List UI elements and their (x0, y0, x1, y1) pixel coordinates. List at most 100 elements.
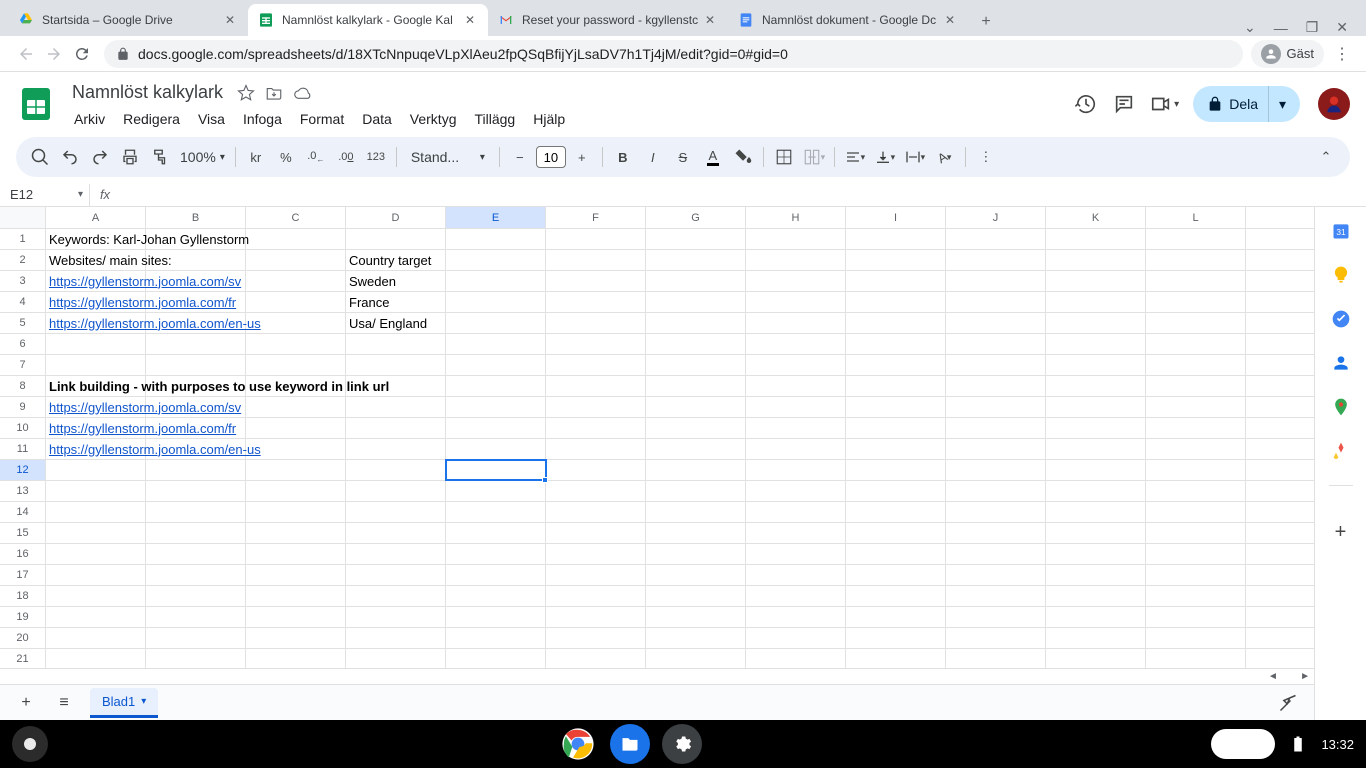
cell[interactable] (646, 649, 746, 668)
paint-format-button[interactable] (146, 143, 174, 171)
cell[interactable] (1146, 649, 1246, 668)
cell[interactable] (346, 229, 446, 249)
currency-button[interactable]: kr (242, 143, 270, 171)
cell[interactable] (646, 313, 746, 333)
cell[interactable]: https://gyllenstorm.joomla.com/en-us (46, 439, 146, 459)
cell[interactable] (46, 523, 146, 543)
status-tray[interactable] (1211, 729, 1275, 759)
cell[interactable] (546, 607, 646, 627)
cell[interactable] (46, 460, 146, 480)
select-all-corner[interactable] (0, 207, 46, 228)
star-icon[interactable] (237, 84, 255, 102)
cell[interactable] (546, 523, 646, 543)
row-header[interactable]: 12 (0, 460, 46, 480)
cell[interactable] (1046, 544, 1146, 564)
cell[interactable] (946, 607, 1046, 627)
share-dropdown[interactable]: ▾ (1268, 86, 1296, 122)
cell[interactable] (246, 418, 346, 438)
cell[interactable] (1146, 355, 1246, 375)
cell[interactable] (1146, 460, 1246, 480)
cell[interactable] (446, 439, 546, 459)
cell[interactable] (846, 334, 946, 354)
cell[interactable] (846, 565, 946, 585)
cell[interactable] (746, 460, 846, 480)
row-header[interactable]: 19 (0, 607, 46, 627)
cell[interactable] (846, 607, 946, 627)
cell[interactable] (646, 523, 746, 543)
cell[interactable] (946, 418, 1046, 438)
valign-button[interactable]: ▾ (871, 143, 899, 171)
maximize-icon[interactable]: ❐ (1306, 19, 1319, 36)
column-header[interactable]: H (746, 207, 846, 228)
cell[interactable] (946, 586, 1046, 606)
cell[interactable] (846, 250, 946, 270)
cell[interactable] (46, 649, 146, 668)
cell[interactable] (446, 649, 546, 668)
cell[interactable] (1146, 523, 1246, 543)
cell[interactable] (246, 229, 346, 249)
cell[interactable] (946, 271, 1046, 291)
column-header[interactable]: J (946, 207, 1046, 228)
url-input[interactable]: docs.google.com/spreadsheets/d/18XTcNnpu… (104, 40, 1243, 68)
cell[interactable] (746, 334, 846, 354)
cell[interactable] (846, 502, 946, 522)
redo-button[interactable] (86, 143, 114, 171)
row-header[interactable]: 7 (0, 355, 46, 375)
browser-tab-active[interactable]: Namnlöst kalkylark - Google Kal ✕ (248, 4, 488, 36)
cell[interactable] (946, 334, 1046, 354)
cell[interactable] (646, 250, 746, 270)
explore-button[interactable] (1276, 691, 1300, 715)
row-header[interactable]: 3 (0, 271, 46, 291)
row-header[interactable]: 1 (0, 229, 46, 249)
contacts-icon[interactable] (1331, 353, 1351, 373)
chrome-app-icon[interactable] (558, 724, 598, 764)
cell[interactable] (646, 229, 746, 249)
row-header[interactable]: 6 (0, 334, 46, 354)
cell[interactable] (946, 229, 1046, 249)
cell[interactable] (446, 565, 546, 585)
row-header[interactable]: 14 (0, 502, 46, 522)
cell[interactable] (246, 502, 346, 522)
cell[interactable] (1046, 355, 1146, 375)
minimize-icon[interactable]: — (1274, 20, 1288, 36)
cell[interactable] (1046, 565, 1146, 585)
browser-tab[interactable]: Namnlöst dokument - Google Dc ✕ (728, 4, 968, 36)
row-header[interactable]: 5 (0, 313, 46, 333)
cell[interactable] (946, 544, 1046, 564)
profile-chip[interactable]: Gäst (1251, 40, 1324, 68)
add-sheet-button[interactable]: + (14, 691, 38, 715)
search-menus-icon[interactable] (26, 143, 54, 171)
more-formats-button[interactable]: 123 (362, 143, 390, 171)
merge-button[interactable]: ▾ (800, 143, 828, 171)
sheet-tab-active[interactable]: Blad1▾ (90, 688, 158, 718)
cell[interactable] (646, 481, 746, 501)
browser-tab[interactable]: Startsida – Google Drive ✕ (8, 4, 248, 36)
borders-button[interactable] (770, 143, 798, 171)
zoom-selector[interactable]: 100% ▾ (176, 149, 229, 165)
decrease-font-button[interactable]: − (506, 143, 534, 171)
halign-button[interactable]: ▾ (841, 143, 869, 171)
cell[interactable] (746, 313, 846, 333)
close-icon[interactable]: ✕ (702, 12, 718, 28)
new-tab-button[interactable]: + (972, 8, 1000, 36)
row-header[interactable]: 11 (0, 439, 46, 459)
cell[interactable] (1046, 229, 1146, 249)
cell[interactable] (546, 313, 646, 333)
cell[interactable] (846, 649, 946, 668)
reload-button[interactable] (68, 40, 96, 68)
cell[interactable] (446, 523, 546, 543)
cell[interactable] (346, 502, 446, 522)
cell[interactable] (1046, 523, 1146, 543)
cell[interactable] (346, 523, 446, 543)
cell[interactable] (646, 271, 746, 291)
percent-button[interactable]: % (272, 143, 300, 171)
cell[interactable] (846, 313, 946, 333)
cell[interactable] (646, 439, 746, 459)
cell[interactable] (446, 481, 546, 501)
cell[interactable] (546, 418, 646, 438)
cell[interactable] (946, 628, 1046, 648)
cell[interactable] (946, 502, 1046, 522)
column-header[interactable]: F (546, 207, 646, 228)
chevron-down-icon[interactable]: ⌄ (1244, 19, 1256, 36)
cell[interactable] (546, 397, 646, 417)
